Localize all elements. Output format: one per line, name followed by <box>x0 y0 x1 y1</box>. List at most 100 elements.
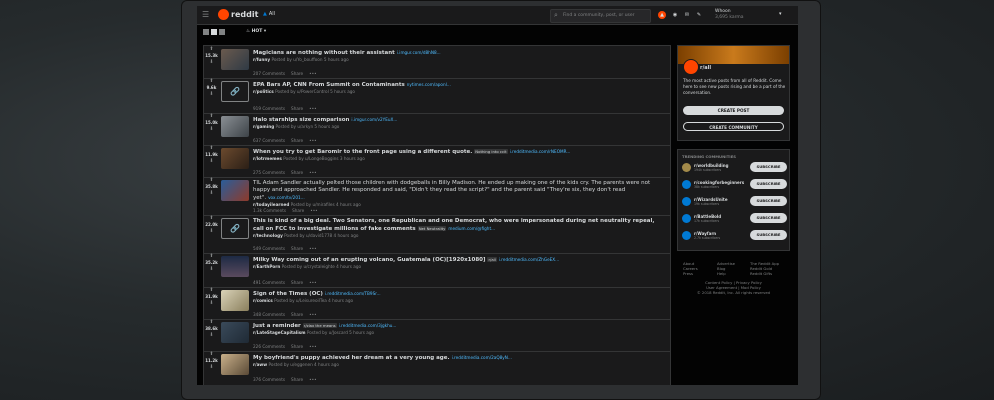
post-title-line[interactable]: When you try to get Baromir to the front… <box>253 148 665 156</box>
post-title-line[interactable]: This is kind of a big deal. Two Senators… <box>253 218 665 233</box>
classic-view-icon[interactable] <box>211 29 217 35</box>
post-title-line[interactable]: Halo starships size comparison i.imgur.co… <box>253 116 665 124</box>
comments-button[interactable]: 549 Comments <box>253 246 285 251</box>
subscribe-button[interactable]: SUBSCRIBE <box>750 179 787 189</box>
subscribe-button[interactable]: SUBSCRIBE <box>750 162 787 172</box>
post-title-line[interactable]: EPA Bars AP, CNN From Summit on Contamin… <box>253 81 665 89</box>
compact-view-icon[interactable] <box>219 29 225 35</box>
post-domain[interactable]: i.redditmedia.com/3jgkhu... <box>339 323 397 328</box>
post-item[interactable]: ⬆ 9.6k ⬇ 🔗 EPA Bars AP, CNN From Summit on… <box>204 78 670 114</box>
post-subreddit[interactable]: r/comics <box>253 298 273 303</box>
post-item[interactable]: ⬆ 15.0k ⬇ Halo starships size comparison i.… <box>204 113 670 146</box>
share-button[interactable]: Share <box>291 71 303 76</box>
post-item[interactable]: ⬆ 22.0k ⬇ 🔗 This is kind of a big deal. Tw… <box>204 215 670 254</box>
post-domain[interactable]: nytimes.com/aponl... <box>407 82 451 87</box>
downvote-icon[interactable]: ⬇ <box>204 190 219 196</box>
footer-link-press[interactable]: Press <box>683 271 698 276</box>
comments-button[interactable]: 376 Comments <box>253 377 285 382</box>
post-title[interactable]: When you try to get Baromir to the front… <box>253 149 472 155</box>
share-button[interactable]: Share <box>291 106 303 111</box>
post-title[interactable]: Just a reminder <box>253 323 301 329</box>
share-button[interactable]: Share <box>291 377 303 382</box>
post-title-line[interactable]: Sign of the Times (OC) i.redditmedia.com/… <box>253 290 665 298</box>
view-toggle[interactable] <box>203 29 225 35</box>
post-thumbnail[interactable] <box>221 116 249 137</box>
post-thumbnail[interactable] <box>221 322 249 343</box>
comments-button[interactable]: 637 Comments <box>253 138 285 143</box>
comments-button[interactable]: 207 Comments <box>253 71 285 76</box>
post-thumbnail[interactable] <box>221 148 249 169</box>
post-item[interactable]: ⬆ 31.9k ⬇ Sign of the Times (OC) i.redditme… <box>204 287 670 320</box>
post-title[interactable]: Sign of the Times (OC) <box>253 291 323 297</box>
post-item[interactable]: ⬆ 38.6k ⬇ Just a reminder r/zlax the means i… <box>204 319 670 352</box>
create-post-icon[interactable]: ✎ <box>695 11 703 19</box>
post-subreddit[interactable]: r/funny <box>253 57 270 62</box>
popular-icon[interactable]: ▲ <box>658 11 666 19</box>
share-button[interactable]: Share <box>291 280 303 285</box>
brand-wordmark[interactable]: reddit <box>231 10 258 19</box>
post-title[interactable]: Milky Way coming out of an erupting volc… <box>253 257 485 263</box>
community-item[interactable]: r/BattleBold 17k subscribers SUBSCRIBE <box>682 212 788 225</box>
post-title-line[interactable]: Magicians are nothing without their assi… <box>253 49 665 57</box>
downvote-icon[interactable]: ⬇ <box>204 364 219 370</box>
post-thumbnail[interactable] <box>221 290 249 311</box>
post-title[interactable]: My boyfriend's puppy achieved her dream … <box>253 355 450 361</box>
post-item[interactable]: ⬆ 35.2k ⬇ Milky Way coming out of an erupt… <box>204 253 670 288</box>
downvote-icon[interactable]: ⬇ <box>204 300 219 306</box>
comments-button[interactable]: 919 Comments <box>253 106 285 111</box>
comments-button[interactable]: 226 Comments <box>253 344 285 349</box>
comments-button[interactable]: 491 Comments <box>253 280 285 285</box>
post-domain[interactable]: i.redditmedia.com/TB9Sr... <box>325 291 381 296</box>
subscribe-button[interactable]: SUBSCRIBE <box>750 213 787 223</box>
community-item[interactable]: r/worldbuilding 194k subscribers SUBSCRI… <box>682 161 788 174</box>
post-item[interactable]: ⬆ 11.2k ⬇ My boyfriend's puppy achieved he… <box>204 351 670 384</box>
mail-icon[interactable]: ✉ <box>683 11 691 19</box>
post-domain[interactable]: i.redditmedia.com/rNEOMR... <box>510 149 571 154</box>
post-thumbnail[interactable] <box>221 256 249 277</box>
downvote-icon[interactable]: ⬇ <box>204 91 219 97</box>
post-subreddit[interactable]: r/EarthPorn <box>253 264 280 269</box>
more-icon[interactable]: ••• <box>309 138 316 143</box>
post-thumbnail[interactable] <box>221 49 249 70</box>
sort-dropdown[interactable]: ♨ HOT ▾ <box>246 29 266 34</box>
share-button[interactable]: Share <box>291 312 303 317</box>
footer-link-help[interactable]: Help <box>717 271 735 276</box>
share-button[interactable]: Share <box>291 138 303 143</box>
user-menu[interactable]: Whoon 3,695 karma ▾ <box>715 9 782 21</box>
post-title-line[interactable]: Just a reminder r/zlax the means i.redditm… <box>253 322 665 330</box>
more-icon[interactable]: ••• <box>309 280 316 285</box>
search-input[interactable]: ⌕ Find a community, post, or user <box>550 9 651 23</box>
downvote-icon[interactable]: ⬇ <box>204 158 219 164</box>
share-button[interactable]: Share <box>291 344 303 349</box>
post-subreddit[interactable]: r/lotrmemes <box>253 156 282 161</box>
post-domain[interactable]: i.imgur.com/v2YEuX... <box>351 117 397 122</box>
comments-button[interactable]: 1.3k Comments <box>253 208 286 213</box>
community-item[interactable]: r/Wayfarn 2.7k subscribers SUBSCRIBE <box>682 229 788 242</box>
post-subreddit[interactable]: r/todayilearned <box>253 202 289 207</box>
more-icon[interactable]: ••• <box>309 344 316 349</box>
post-domain[interactable]: vox.com/tv/201... <box>268 195 305 200</box>
comments-button[interactable]: 275 Comments <box>253 170 285 175</box>
community-item[interactable]: r/cookingforbeginners 38k subscribers SU… <box>682 178 788 191</box>
share-button[interactable]: Share <box>292 208 304 213</box>
more-icon[interactable]: ••• <box>310 208 317 213</box>
more-icon[interactable]: ••• <box>309 71 316 76</box>
post-title[interactable]: Halo starships size comparison <box>253 117 349 123</box>
post-domain[interactable]: i.redditmedia.com/ZhGeEX... <box>499 257 559 262</box>
post-title[interactable]: TIL Adam Sandler actually pelted those c… <box>253 180 650 201</box>
comments-button[interactable]: 348 Comments <box>253 312 285 317</box>
post-domain[interactable]: i.redditmedia.com/2aQ8yN... <box>452 355 512 360</box>
subscribe-button[interactable]: SUBSCRIBE <box>750 230 787 240</box>
post-title[interactable]: Magicians are nothing without their assi… <box>253 50 395 56</box>
downvote-icon[interactable]: ⬇ <box>204 59 219 65</box>
more-icon[interactable]: ••• <box>309 246 316 251</box>
more-icon[interactable]: ••• <box>309 170 316 175</box>
post-thumbnail[interactable] <box>221 180 249 201</box>
post-subreddit[interactable]: r/politics <box>253 89 274 94</box>
post-domain[interactable]: i.imgur.com/d8hN8... <box>397 50 441 55</box>
subscribe-button[interactable]: SUBSCRIBE <box>750 196 787 206</box>
downvote-icon[interactable]: ⬇ <box>204 126 219 132</box>
nav-all-dropdown[interactable]: ▲ All <box>263 11 275 17</box>
more-icon[interactable]: ••• <box>309 312 316 317</box>
post-item[interactable]: ⬆ 11.9k ⬇ When you try to get Baromir to t… <box>204 145 670 178</box>
